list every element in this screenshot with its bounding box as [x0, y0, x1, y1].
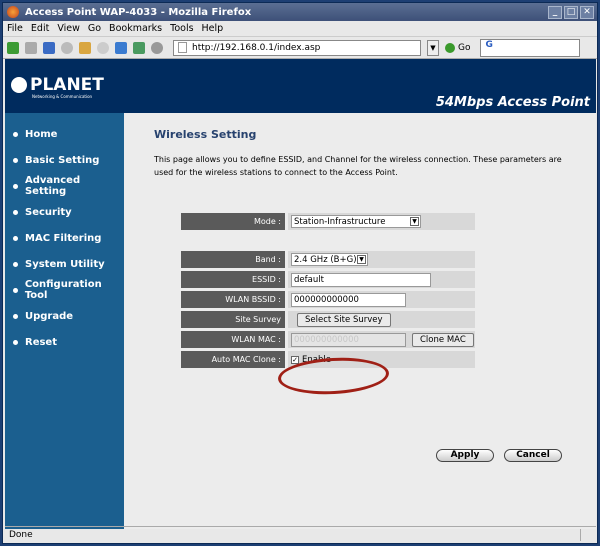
bssid-input[interactable]: 000000000000 — [291, 292, 406, 307]
menu-bookmarks[interactable]: Bookmarks — [109, 23, 162, 34]
site-survey-label: Site Survey — [181, 311, 285, 328]
essid-input[interactable]: default — [291, 272, 431, 287]
cancel-button[interactable]: Cancel — [504, 449, 562, 462]
sidebar-item-reset[interactable]: Reset — [5, 329, 124, 355]
go-button[interactable]: Go — [445, 42, 471, 53]
auto-mac-clone-label: Auto MAC Clone : — [181, 351, 285, 368]
menu-file[interactable]: File — [7, 23, 23, 34]
select-site-survey-button[interactable]: Select Site Survey — [297, 312, 391, 327]
planet-logo: PLANET Networking & Communication — [11, 75, 104, 99]
sidebar-item-configuration-tool[interactable]: Configuration Tool — [5, 277, 124, 303]
chevron-down-icon: ▼ — [357, 255, 366, 264]
mode-label: Mode : — [181, 213, 285, 230]
clone-mac-button[interactable]: Clone MAC — [412, 332, 474, 347]
minimize-button[interactable]: _ — [548, 5, 562, 19]
forward-icon[interactable] — [25, 41, 37, 54]
url-text: http://192.168.0.1/index.asp — [192, 42, 321, 53]
product-tagline: 54Mbps Access Point — [435, 95, 590, 110]
mode-select[interactable]: Station-Infrastructure ▼ — [291, 215, 421, 228]
menu-bar: File Edit View Go Bookmarks Tools Help — [3, 21, 597, 37]
url-dropdown[interactable]: ▼ — [427, 39, 439, 56]
stop-icon[interactable] — [61, 41, 73, 54]
url-bar[interactable]: http://192.168.0.1/index.asp — [173, 39, 421, 56]
back-icon[interactable] — [7, 41, 19, 54]
close-button[interactable]: ✕ — [580, 5, 594, 19]
sidebar-item-advanced-setting[interactable]: Advanced Setting — [5, 173, 124, 199]
window-title: Access Point WAP-4033 - Mozilla Firefox — [25, 6, 252, 18]
security-icon — [580, 528, 596, 541]
search-input[interactable]: G — [480, 38, 581, 57]
go-icon — [445, 42, 455, 53]
go-label: Go — [458, 42, 471, 53]
page-title: Wireless Setting — [154, 128, 257, 141]
maximize-button[interactable]: □ — [564, 5, 578, 19]
browser-window: Access Point WAP-4033 - Mozilla Firefox … — [2, 2, 598, 544]
band-select[interactable]: 2.4 GHz (B+G) ▼ — [291, 253, 368, 266]
essid-label: ESSID : — [181, 271, 285, 288]
menu-edit[interactable]: Edit — [31, 23, 49, 34]
menu-help[interactable]: Help — [202, 23, 224, 34]
wlan-mac-label: WLAN MAC : — [181, 331, 285, 348]
page-header: PLANET Networking & Communication 54Mbps … — [5, 59, 596, 113]
reload-icon[interactable] — [43, 41, 55, 54]
wlan-mac-input: 000000000000 — [291, 332, 406, 347]
page-description: This page allows you to define ESSID, an… — [154, 155, 562, 177]
page-icon — [178, 42, 187, 53]
nav-toolbar: http://192.168.0.1/index.asp ▼ Go G — [3, 37, 597, 59]
new-window-icon[interactable] — [133, 41, 145, 54]
status-text: Done — [9, 529, 33, 540]
history-icon[interactable] — [97, 41, 109, 54]
apply-button[interactable]: Apply — [436, 449, 494, 462]
sidebar-item-home[interactable]: Home — [5, 121, 124, 147]
menu-tools[interactable]: Tools — [170, 23, 193, 34]
sidebar-item-mac-filtering[interactable]: MAC Filtering — [5, 225, 124, 251]
web-page: PLANET Networking & Communication 54Mbps … — [5, 59, 596, 529]
title-bar: Access Point WAP-4033 - Mozilla Firefox … — [3, 3, 597, 21]
menu-go[interactable]: Go — [88, 23, 101, 34]
sidebar-item-system-utility[interactable]: System Utility — [5, 251, 124, 277]
firefox-icon — [7, 6, 19, 18]
menu-view[interactable]: View — [57, 23, 80, 34]
sidebar: Home Basic Setting Advanced Setting Secu… — [5, 113, 124, 529]
sidebar-item-upgrade[interactable]: Upgrade — [5, 303, 124, 329]
wireless-form: Mode : Station-Infrastructure ▼ Band : 2.4 … — [181, 213, 475, 371]
enable-checkbox[interactable]: ✓ — [291, 355, 299, 364]
gear-icon[interactable] — [151, 41, 163, 54]
new-tab-icon[interactable] — [115, 41, 127, 54]
sidebar-item-security[interactable]: Security — [5, 199, 124, 225]
sidebar-item-basic-setting[interactable]: Basic Setting — [5, 147, 124, 173]
bssid-label: WLAN BSSID : — [181, 291, 285, 308]
status-bar: Done — [5, 526, 596, 542]
band-label: Band : — [181, 251, 285, 268]
chevron-down-icon: ▼ — [410, 217, 419, 226]
home-icon[interactable] — [79, 41, 91, 54]
